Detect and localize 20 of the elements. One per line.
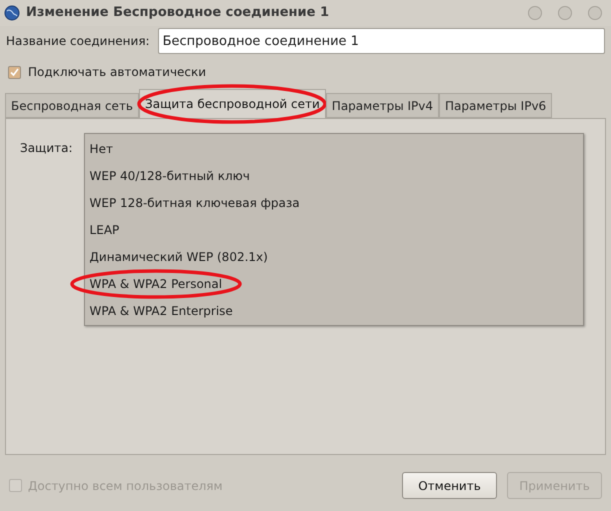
menu-item[interactable]: WEP 40/128-битный ключ [90, 168, 250, 182]
maximize-button[interactable] [558, 6, 572, 20]
checkbox-label: Подключать автоматически [28, 64, 206, 81]
tab[interactable]: Параметры IPv4 [326, 93, 439, 118]
menu-item[interactable]: LEAP [90, 222, 120, 236]
menu-item[interactable]: WPA & WPA2 Enterprise [90, 304, 233, 318]
globe-icon [4, 5, 20, 21]
menu-item[interactable]: Нет [90, 142, 113, 156]
menu-item[interactable]: WEP 128-битная ключевая фраза [90, 196, 300, 210]
dialog-button[interactable]: Отменить [402, 472, 497, 499]
tab[interactable]: Беспроводная сеть [5, 93, 140, 118]
window-title: Изменение Беспроводное соединение 1 [26, 4, 330, 22]
minimize-button[interactable] [528, 6, 542, 20]
connection-name-field[interactable]: Беспроводное соединение 1 [158, 28, 605, 54]
menu-item[interactable]: Динамический WEP (802.1x) [90, 250, 268, 264]
close-button[interactable] [588, 6, 602, 20]
security-label: Защита: [20, 140, 73, 157]
checkbox[interactable] [8, 66, 21, 78]
tab[interactable]: Параметры IPv6 [439, 93, 552, 118]
connection-name-label: Название соединения: [6, 33, 150, 50]
